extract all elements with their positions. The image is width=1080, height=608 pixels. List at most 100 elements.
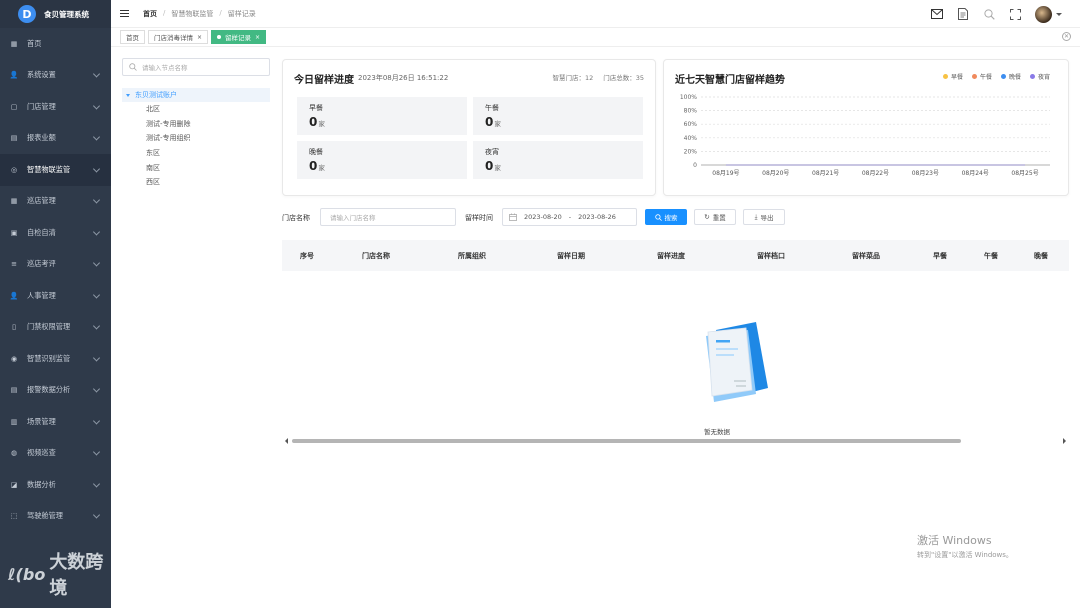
app-title: 食贝管理系统: [44, 9, 89, 19]
chevron-down-icon[interactable]: [1056, 12, 1062, 16]
close-all-tabs-icon[interactable]: ✕: [1062, 32, 1071, 41]
mail-icon[interactable]: [931, 8, 943, 20]
scene-icon: ▥: [10, 417, 18, 426]
sidebar-item-14[interactable]: ◪ 数据分析: [0, 469, 111, 501]
sidebar-item-label: 门店管理: [27, 101, 56, 111]
tree-node[interactable]: 北区: [122, 102, 270, 117]
search-icon[interactable]: [983, 8, 995, 20]
document-icon[interactable]: [957, 8, 969, 20]
sidebar-item-0[interactable]: ▦ 首页: [0, 28, 111, 60]
chevron-down-icon: [92, 480, 101, 488]
chevron-down-icon: [92, 448, 101, 456]
analysis-icon: ◪: [10, 480, 18, 489]
tab-1[interactable]: 门店消毒详情 ×: [148, 30, 209, 44]
meal-stat-value: 0家: [309, 115, 325, 129]
empty-state-text: 暂无数据: [704, 428, 730, 436]
breadcrumb-item-home[interactable]: 首页: [143, 9, 157, 19]
sidebar-item-4[interactable]: ◎ 智慧物联监管: [0, 154, 111, 186]
page-tabs: 首页 门店消毒详情 × 留样记录 × ✕: [111, 28, 1080, 47]
caret-down-icon[interactable]: [126, 93, 130, 97]
y-tick-label: 60%: [684, 121, 698, 128]
y-tick-label: 80%: [684, 108, 698, 115]
reset-button[interactable]: ↻ 重置: [694, 209, 736, 225]
total-store-count: 门店总数：35: [603, 74, 644, 82]
avatar[interactable]: [1035, 5, 1052, 23]
tree-node[interactable]: 南区: [122, 160, 270, 175]
column-header: 留样菜品: [852, 252, 880, 260]
breadcrumb-item-current: 留样记录: [227, 9, 256, 18]
recognize-icon: ◉: [10, 354, 18, 363]
sidebar-item-10[interactable]: ◉ 智慧识别监管: [0, 343, 111, 375]
meal-stat-unit: 家: [318, 120, 325, 128]
grid-icon: ▦: [10, 197, 18, 206]
app-logo[interactable]: D 食贝管理系统: [0, 0, 111, 28]
sidebar-item-label: 智慧识别监管: [27, 353, 71, 363]
sidebar-item-3[interactable]: ▤ 报表业额: [0, 123, 111, 155]
chevron-down-icon: [92, 133, 101, 141]
sidebar-item-label: 巡店管理: [27, 196, 56, 206]
sidebar-item-11[interactable]: ▤ 报警数据分析: [0, 375, 111, 407]
tree-search-placeholder: 请输入节点名称: [142, 64, 188, 72]
meal-stat-box: 晚餐 0家: [297, 141, 467, 179]
scroll-left-icon[interactable]: [285, 438, 288, 444]
meal-stat-box: 早餐 0家: [297, 97, 467, 135]
sidebar-item-5[interactable]: ▦ 巡店管理: [0, 186, 111, 218]
empty-document-icon: [706, 322, 768, 402]
today-sample-card: 今日留样进度 2023年08月26日 16:51:22 智慧门店：12 门店总数…: [282, 59, 656, 196]
tab-0[interactable]: 首页: [120, 30, 145, 44]
tree-search-input[interactable]: 请输入节点名称: [122, 58, 270, 76]
menu-toggle-icon[interactable]: [120, 9, 129, 18]
sidebar-item-9[interactable]: ▯ 门禁权限管理: [0, 312, 111, 344]
search-button[interactable]: 搜索: [645, 209, 687, 225]
video-icon: ◍: [10, 449, 18, 458]
breadcrumb-item-iot[interactable]: 智慧物联监管: [171, 9, 213, 19]
x-tick-label: 08月23号: [912, 170, 939, 177]
sidebar-item-2[interactable]: ▢ 门店管理: [0, 91, 111, 123]
cockpit-icon: ⬚: [10, 512, 18, 521]
scroll-right-icon[interactable]: [1063, 438, 1066, 444]
x-tick-label: 08月20号: [762, 170, 789, 177]
sidebar-item-15[interactable]: ⬚ 驾驶舱管理: [0, 501, 111, 533]
tree-root-node[interactable]: 东贝测试账户: [122, 88, 270, 102]
search-icon: [129, 63, 137, 71]
store-name-input[interactable]: 请输入门店名称: [320, 208, 456, 226]
store-counts: 智慧门店：12 门店总数：35: [552, 72, 644, 82]
table-horizontal-scrollbar[interactable]: [282, 437, 1069, 445]
chevron-down-icon: [92, 511, 101, 519]
smart-store-count: 智慧门店：12: [552, 74, 594, 82]
chevron-down-icon: [92, 322, 101, 330]
sidebar-item-1[interactable]: 👤 系统设置: [0, 60, 111, 92]
sidebar-item-7[interactable]: ≡ 巡店考评: [0, 249, 111, 281]
date-range-picker[interactable]: 2023-08-20 - 2023-08-26: [502, 208, 637, 226]
sidebar-item-6[interactable]: ▣ 自检自清: [0, 217, 111, 249]
sidebar-item-12[interactable]: ▥ 场景管理: [0, 406, 111, 438]
y-tick-label: 20%: [684, 148, 698, 155]
tree-node[interactable]: 测试-专用删除: [122, 117, 270, 132]
chevron-down-icon: [92, 259, 101, 267]
brand-watermark-mark: ℓ(bo: [8, 564, 46, 584]
door-icon: ▯: [12, 323, 16, 332]
close-icon[interactable]: ×: [197, 34, 202, 41]
tree-node[interactable]: 西区: [122, 175, 270, 190]
chevron-down-icon: [92, 70, 101, 78]
fullscreen-icon[interactable]: [1009, 8, 1021, 20]
close-icon[interactable]: ×: [255, 34, 260, 41]
scrollbar-thumb[interactable]: [292, 439, 961, 443]
meal-stat-label: 晚餐: [309, 148, 323, 156]
meal-stat-value: 0家: [309, 159, 325, 173]
date-end: 2023-08-26: [578, 213, 616, 221]
download-icon: ⤓: [754, 212, 758, 221]
tree-node[interactable]: 东区: [122, 146, 270, 161]
trend-chart: 0 20% 40% 60% 80% 100% 08月19号 08月20号 08月21号 08月22…: [680, 94, 1050, 177]
store-icon: ▢: [10, 102, 18, 111]
logo-icon: D: [18, 5, 36, 23]
x-tick-label: 08月22号: [862, 170, 889, 177]
chevron-down-icon: [92, 102, 101, 110]
meal-stat-box: 夜宵 0家: [473, 141, 643, 179]
sidebar-item-8[interactable]: 👤 人事管理: [0, 280, 111, 312]
sidebar-item-13[interactable]: ◍ 视频巡查: [0, 438, 111, 470]
export-button[interactable]: ⤓ 导出: [743, 209, 785, 225]
chevron-down-icon: [92, 354, 101, 362]
tree-node[interactable]: 测试-专用组织: [122, 131, 270, 146]
tab-2[interactable]: 留样记录 ×: [211, 30, 267, 44]
